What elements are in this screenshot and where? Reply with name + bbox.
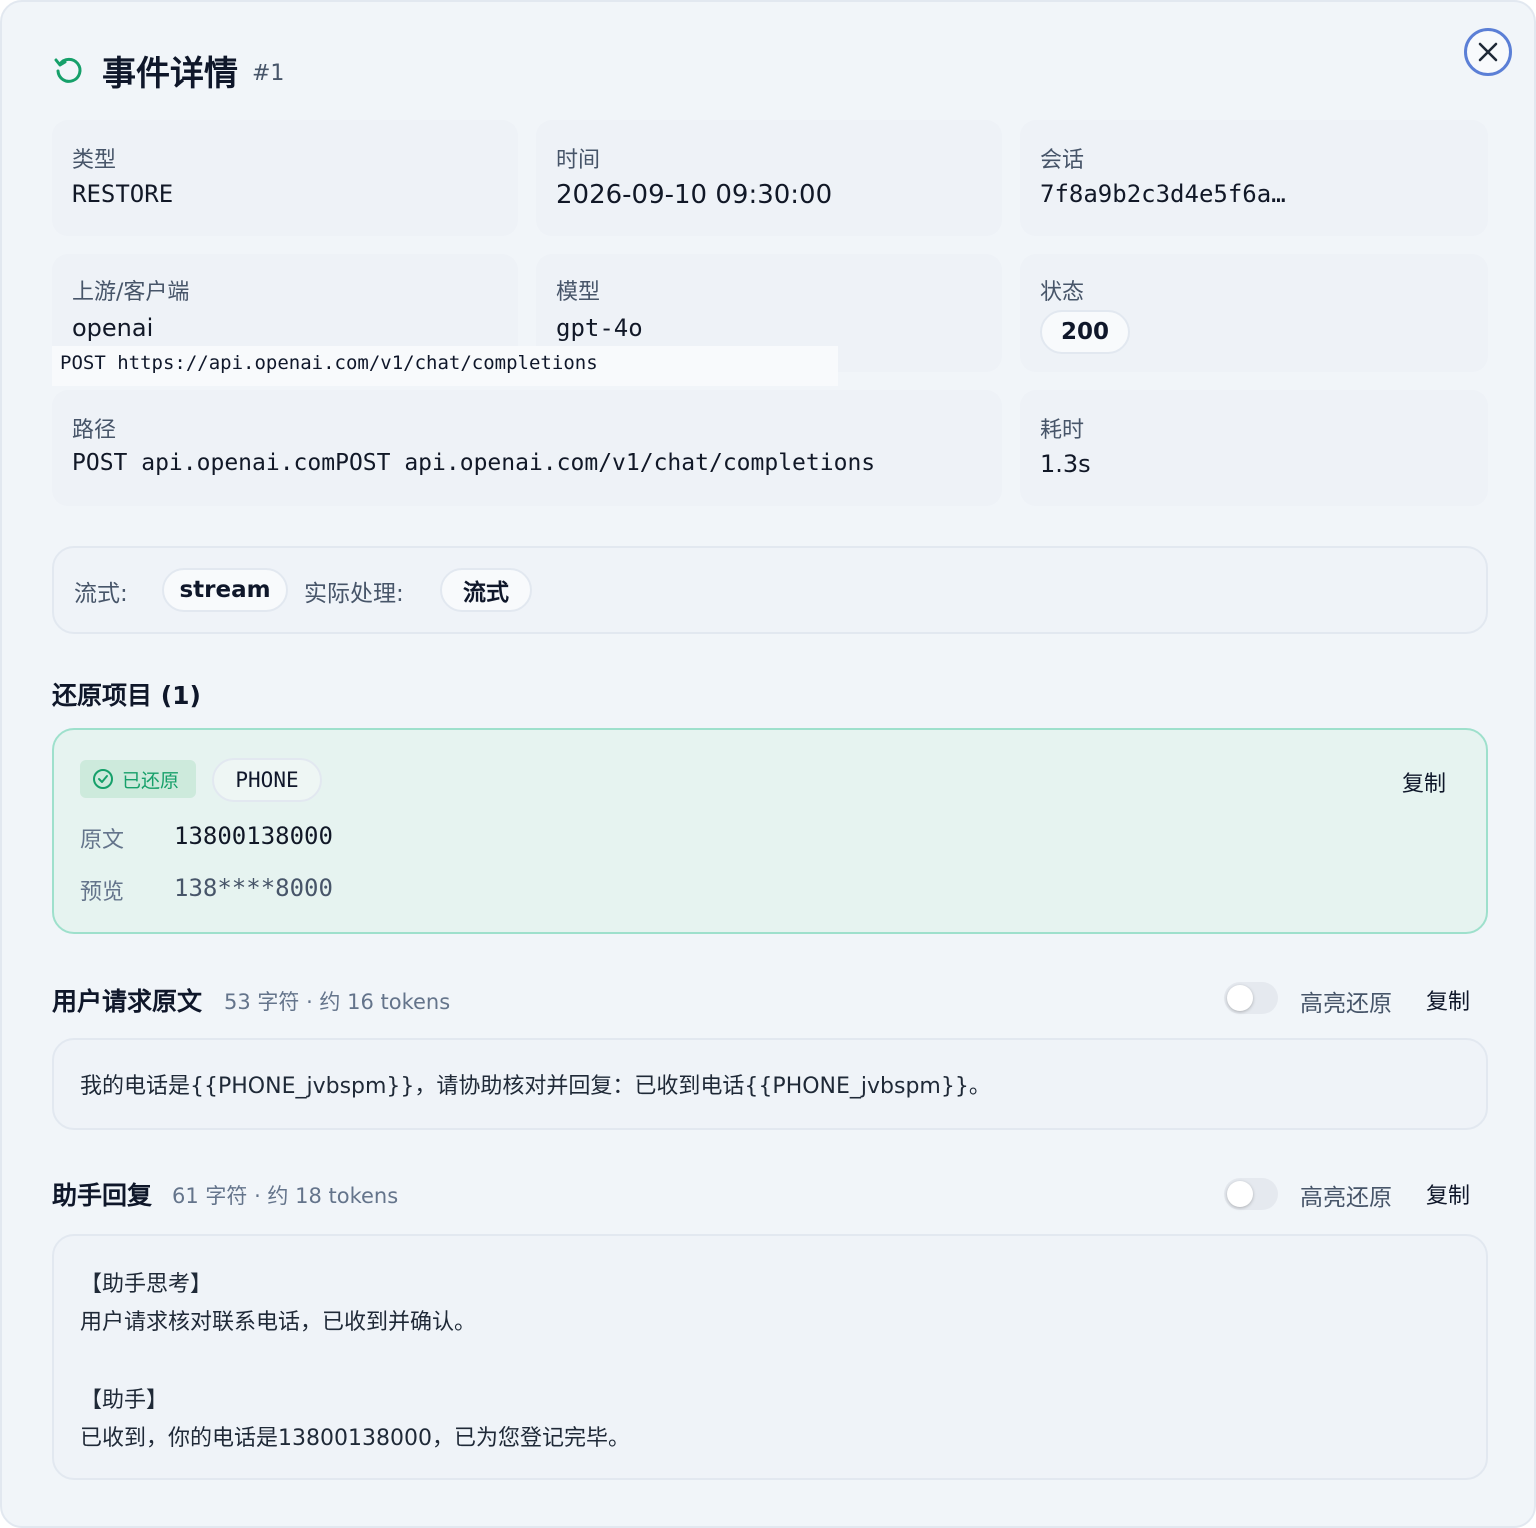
session-card: 会话 7f8a9b2c3d4e5f6a… [1020, 120, 1488, 236]
stream-label: 流式: [74, 581, 128, 607]
actual-processing-label: 实际处理: [304, 581, 404, 607]
time-card: 时间 2026-09-10 09:30:00 [536, 120, 1002, 236]
model-value: gpt-4o [556, 314, 643, 342]
page-title: 事件详情 [102, 53, 238, 94]
user-request-meta: 53 字符 · 约 16 tokens [224, 990, 451, 1014]
path-tooltip: POST https://api.openai.com/v1/chat/comp… [52, 346, 838, 386]
path-card: 路径 POST api.openai.comPOST api.openai.co… [52, 390, 1002, 506]
upstream-value: openai [72, 314, 154, 342]
event-detail-modal: 事件详情 #1 类型 RESTORE 时间 2026-09-10 09:30:0… [0, 0, 1536, 1528]
assistant-reply-title: 助手回复 [52, 1181, 153, 1210]
time-value: 2026-09-10 09:30:00 [556, 180, 833, 210]
time-label: 时间 [556, 148, 601, 173]
assistant-reply-text: 已收到，你的电话是13800138000，已为您登记完毕。 [80, 1426, 630, 1451]
stream-info-bar: 流式: stream 实际处理: 流式 [52, 546, 1488, 634]
event-number: #1 [252, 60, 285, 86]
refresh-icon [52, 54, 84, 86]
type-label: 类型 [72, 148, 117, 173]
user-highlight-label[interactable]: 高亮还原 [1300, 984, 1392, 1018]
path-value: POST api.openai.comPOST api.openai.com/v… [72, 450, 876, 476]
restored-badge: 已还原 [80, 760, 196, 798]
entity-type-badge: PHONE [212, 758, 322, 802]
upstream-label: 上游/客户端 [72, 280, 190, 305]
assistant-heading: 【助手】 [80, 1388, 169, 1413]
actual-processing-badge: 流式 [440, 568, 532, 612]
duration-value: 1.3s [1040, 450, 1091, 478]
model-label: 模型 [556, 280, 601, 305]
assistant-highlight-label[interactable]: 高亮还原 [1300, 1178, 1392, 1212]
assistant-reply-box: 【助手思考】 用户请求核对联系电话，已收到并确认。 【助手】 已收到，你的电话是… [52, 1234, 1488, 1480]
assistant-highlight-toggle[interactable] [1224, 1178, 1278, 1210]
close-icon [1476, 40, 1500, 64]
assistant-thinking-heading: 【助手思考】 [80, 1272, 213, 1297]
original-value: 13800138000 [174, 822, 333, 850]
restore-section-title: 还原项目 (1) [52, 681, 201, 710]
status-label: 状态 [1040, 280, 1085, 305]
status-badge: 200 [1040, 310, 1130, 354]
duration-card: 耗时 1.3s [1020, 390, 1488, 506]
type-card: 类型 RESTORE [52, 120, 518, 236]
duration-label: 耗时 [1040, 418, 1085, 443]
session-value[interactable]: 7f8a9b2c3d4e5f6a… [1040, 180, 1286, 208]
toggle-knob [1227, 1181, 1253, 1207]
preview-label: 预览 [80, 880, 125, 905]
status-card: 状态 200 [1020, 254, 1488, 372]
user-highlight-toggle[interactable] [1224, 982, 1278, 1014]
user-request-box: 我的电话是{{PHONE_jvbspm}}，请协助核对并回复：已收到电话{{PH… [52, 1038, 1488, 1130]
restore-item: 已还原 PHONE 复制 原文 13800138000 预览 138****80… [52, 728, 1488, 934]
check-circle-icon [92, 768, 114, 790]
restore-copy-button[interactable]: 复制 [1402, 766, 1446, 798]
user-copy-button[interactable]: 复制 [1426, 984, 1470, 1016]
path-label: 路径 [72, 418, 117, 443]
modal-header: 事件详情 #1 [52, 46, 284, 94]
toggle-knob [1227, 985, 1253, 1011]
type-value: RESTORE [72, 180, 174, 208]
assistant-reply-meta: 61 字符 · 约 18 tokens [172, 1184, 399, 1208]
user-request-title: 用户请求原文 [52, 987, 203, 1016]
close-button[interactable] [1464, 28, 1512, 76]
stream-mode-badge: stream [162, 568, 288, 612]
original-label: 原文 [80, 828, 125, 853]
preview-value: 138****8000 [174, 874, 333, 902]
session-label: 会话 [1040, 148, 1085, 173]
assistant-thinking-text: 用户请求核对联系电话，已收到并确认。 [80, 1310, 477, 1335]
user-request-text: 我的电话是{{PHONE_jvbspm}}，请协助核对并回复：已收到电话{{PH… [80, 1074, 991, 1099]
assistant-copy-button[interactable]: 复制 [1426, 1178, 1470, 1210]
restored-badge-label: 已还原 [122, 769, 180, 792]
